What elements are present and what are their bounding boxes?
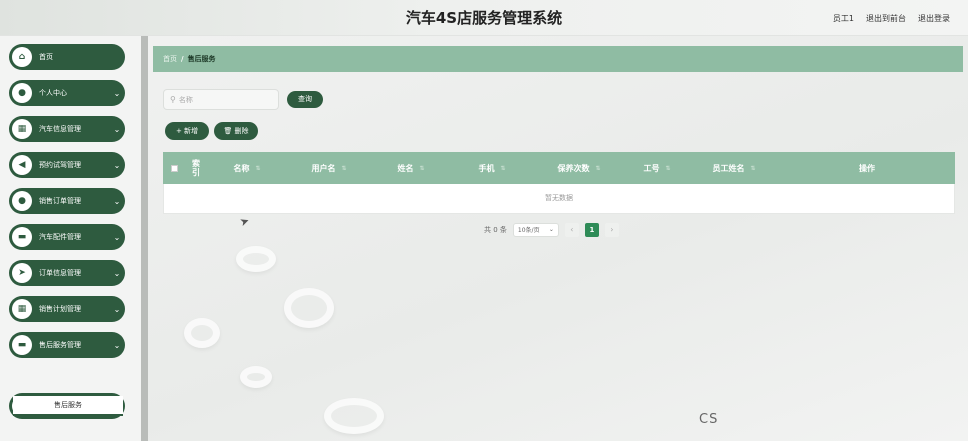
watermark-logo: CS bbox=[699, 412, 719, 427]
column-header-label: 姓名 bbox=[397, 163, 414, 173]
column-header-label: 用户名 bbox=[311, 163, 336, 173]
chevron-down-icon: ⌄ bbox=[113, 304, 121, 314]
column-header-label: 保养次数 bbox=[557, 163, 590, 173]
sidebar-item-label: 首页 bbox=[39, 53, 53, 61]
chevron-down-icon: ⌄ bbox=[113, 232, 121, 242]
column-header-index: 索 引 bbox=[185, 152, 207, 184]
sidebar-item-8[interactable]: ▬ 售后服务管理 ⌄ bbox=[9, 332, 125, 358]
topbar-actions: 员工1 退出到前台 退出登录 bbox=[833, 0, 950, 36]
mouse-cursor-icon: ➤ bbox=[238, 213, 252, 230]
sort-icon[interactable]: ⇅ bbox=[750, 165, 755, 172]
back-to-front-link[interactable]: 退出到前台 bbox=[866, 13, 906, 24]
breadcrumb-current: 售后服务 bbox=[187, 55, 216, 63]
sidebar-item-label: 汽车信息管理 bbox=[39, 125, 81, 133]
column-header-ops: 操作 bbox=[779, 152, 955, 184]
sort-icon[interactable]: ⇅ bbox=[665, 165, 670, 172]
column-header-label: 员工姓名 bbox=[712, 163, 745, 173]
sidebar-item-label: 销售订单管理 bbox=[39, 197, 81, 205]
current-user-label: 员工1 bbox=[832, 13, 854, 23]
column-header-username[interactable]: 用户名 ⇅ bbox=[287, 152, 371, 184]
sidebar-item-label: 售后服务管理 bbox=[39, 341, 81, 349]
sort-icon[interactable]: ⇅ bbox=[419, 165, 424, 172]
column-header-name[interactable]: 名称 ⇅ bbox=[207, 152, 287, 184]
chevron-down-icon: ⌄ bbox=[113, 340, 121, 350]
decorative-bubble bbox=[324, 398, 384, 434]
sidebar-item-0[interactable]: ⌂ 首页 bbox=[9, 44, 125, 70]
sort-icon[interactable]: ⇅ bbox=[500, 165, 505, 172]
delete-button[interactable]: 🗑 删除 bbox=[214, 122, 258, 140]
sort-icon[interactable]: ⇅ bbox=[341, 165, 346, 172]
column-header-job_no[interactable]: 工号 ⇅ bbox=[625, 152, 689, 184]
sidebar-item-5[interactable]: ▬ 汽车配件管理 ⌄ bbox=[9, 224, 125, 250]
sidebar-item-label: 预约试驾管理 bbox=[39, 161, 81, 169]
megaphone-icon: ◀ bbox=[12, 155, 32, 175]
sidebar-item-1[interactable]: ● 个人中心 ⌄ bbox=[9, 80, 125, 106]
table-empty-row: 暂无数据 bbox=[163, 184, 955, 214]
add-button[interactable]: + 新增 bbox=[165, 122, 209, 140]
submenu-item-after-sales[interactable]: 售后服务 bbox=[13, 396, 123, 416]
query-button[interactable]: 查询 bbox=[287, 91, 323, 108]
chevron-down-icon: ⌄ bbox=[113, 268, 121, 278]
column-header-label: 名称 bbox=[233, 163, 250, 173]
search-placeholder: 名称 bbox=[178, 95, 193, 104]
decorative-bubble bbox=[240, 366, 272, 388]
column-header-fullname[interactable]: 姓名 ⇅ bbox=[371, 152, 451, 184]
breadcrumb: 首页 / 售后服务 bbox=[153, 46, 963, 72]
person-icon: ● bbox=[12, 191, 32, 211]
column-header-label: 工号 bbox=[643, 163, 660, 173]
search-input[interactable]: ⚲ 名称 bbox=[163, 89, 279, 110]
logout-link[interactable]: 退出登录 bbox=[918, 13, 950, 24]
decorative-bubble bbox=[184, 318, 220, 348]
sidebar-item-label: 订单信息管理 bbox=[39, 269, 81, 277]
home-icon: ⌂ bbox=[12, 47, 32, 67]
decorative-bubble bbox=[284, 288, 334, 328]
sidebar: ⌂ 首页 ● 个人中心 ⌄ ▦ 汽车信息管理 ⌄ ◀ 预约试驾管理 ⌄ ● 销售订单管理 ⌄ ▬ 汽车配件管理… bbox=[0, 36, 148, 441]
page-size-value: 10条/页 bbox=[517, 227, 540, 234]
column-header-label: 索 引 bbox=[192, 159, 200, 177]
next-page-button[interactable]: › bbox=[604, 222, 619, 237]
sidebar-item-4[interactable]: ● 销售订单管理 ⌄ bbox=[9, 188, 125, 214]
chevron-down-icon: ⌄ bbox=[548, 226, 554, 233]
sidebar-item-6[interactable]: ➤ 订单信息管理 ⌄ bbox=[9, 260, 125, 286]
sort-icon[interactable]: ⇅ bbox=[595, 165, 600, 172]
main-content: 首页 / 售后服务 ⚲ 名称 查询 + 新增 🗑 删除 索 引名称 ⇅ 用户名 ⇅ 姓名… bbox=[148, 36, 968, 441]
chevron-down-icon: ⌄ bbox=[113, 160, 121, 170]
column-header-staff_name[interactable]: 员工姓名 ⇅ bbox=[689, 152, 779, 184]
calendar-icon: ▦ bbox=[12, 299, 32, 319]
chevron-down-icon: ⌄ bbox=[113, 88, 121, 98]
decorative-bubble bbox=[236, 246, 276, 272]
top-bar: 员工1 退出到前台 退出登录 bbox=[0, 0, 968, 36]
prev-page-button[interactable]: ‹ bbox=[564, 222, 579, 237]
breadcrumb-separator: / bbox=[181, 55, 184, 63]
sidebar-item-7[interactable]: ▦ 销售计划管理 ⌄ bbox=[9, 296, 125, 322]
page-1-button[interactable]: 1 bbox=[584, 222, 599, 237]
column-header-label: 操作 bbox=[859, 163, 875, 173]
select-all-checkbox[interactable] bbox=[170, 164, 178, 172]
pagination-total: 共 0 条 bbox=[484, 225, 507, 234]
box-icon: ▬ bbox=[12, 335, 32, 355]
table-header: 索 引 名称 ⇅ 用户名 ⇅ 姓名 ⇅ 手机 ⇅ 保养次数 ⇅ 工号 ⇅ 员工姓名 ⇅ 操作 bbox=[163, 152, 955, 184]
sidebar-item-2[interactable]: ▦ 汽车信息管理 ⌄ bbox=[9, 116, 125, 142]
column-header-check bbox=[163, 152, 185, 184]
page-size-select[interactable]: 10条/页 ⌄ bbox=[512, 222, 559, 237]
chevron-down-icon: ⌄ bbox=[113, 196, 121, 206]
sidebar-item-label: 个人中心 bbox=[39, 89, 67, 97]
sidebar-item-3[interactable]: ◀ 预约试驾管理 ⌄ bbox=[9, 152, 125, 178]
column-header-label: 手机 bbox=[478, 163, 495, 173]
sidebar-item-label: 销售计划管理 bbox=[39, 305, 81, 313]
pagination: 共 0 条 10条/页 ⌄ ‹ 1 › bbox=[484, 222, 619, 237]
chevron-down-icon: ⌄ bbox=[113, 124, 121, 134]
column-header-phone[interactable]: 手机 ⇅ bbox=[451, 152, 533, 184]
box-icon: ▬ bbox=[12, 227, 32, 247]
search-icon: ⚲ bbox=[170, 95, 176, 104]
sidebar-item-label: 汽车配件管理 bbox=[39, 233, 81, 241]
send-icon: ➤ bbox=[12, 263, 32, 283]
breadcrumb-home-link[interactable]: 首页 bbox=[163, 54, 177, 64]
sort-icon[interactable]: ⇅ bbox=[255, 165, 260, 172]
user-icon: ● bbox=[12, 83, 32, 103]
grid-icon: ▦ bbox=[12, 119, 32, 139]
column-header-service_count[interactable]: 保养次数 ⇅ bbox=[533, 152, 625, 184]
